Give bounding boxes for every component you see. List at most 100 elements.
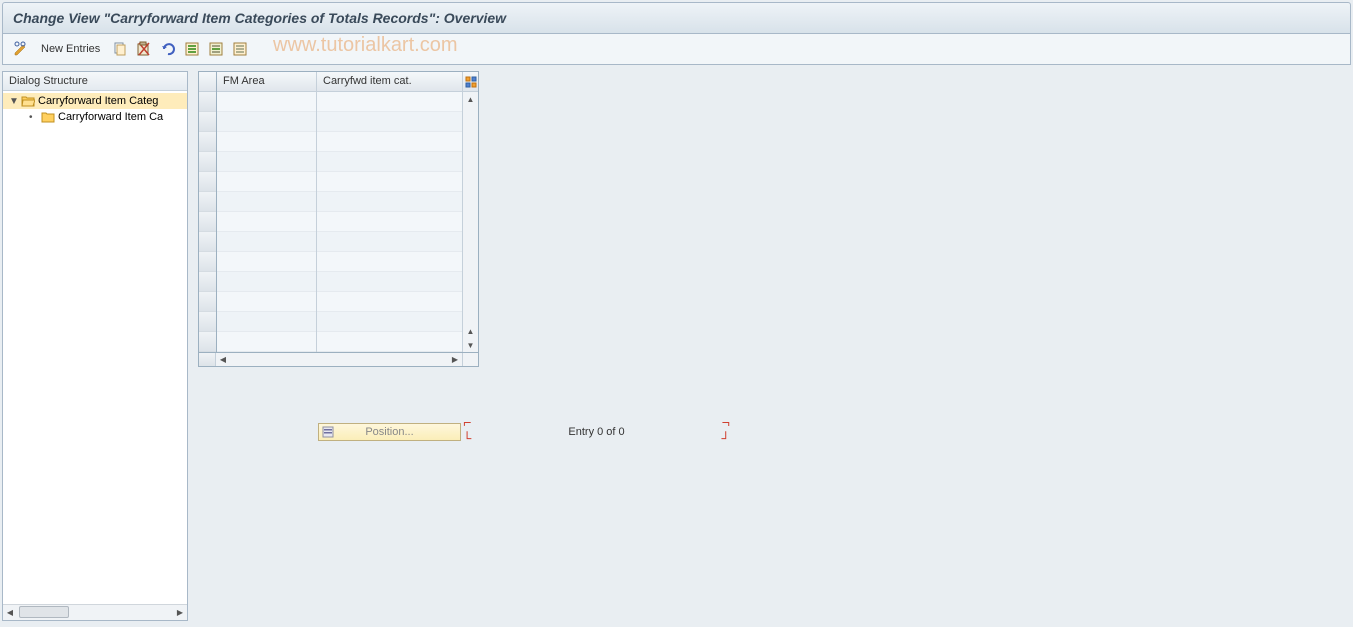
row-selector[interactable] [199, 332, 216, 352]
row-selector-header[interactable] [199, 72, 216, 92]
folder-open-icon [21, 95, 35, 107]
table-cell[interactable] [217, 192, 316, 212]
column-header-carryfwd[interactable]: Carryfwd item cat. [317, 72, 462, 92]
data-table: FM Area Carryfwd item cat. [198, 71, 479, 353]
column-carryfwd-item-cat: Carryfwd item cat. [317, 72, 462, 352]
table-cell[interactable] [217, 252, 316, 272]
row-selector[interactable] [199, 232, 216, 252]
table-cell[interactable] [217, 232, 316, 252]
table-cell[interactable] [317, 272, 462, 292]
content-area: Dialog Structure ▼ Carryforward Item Cat… [2, 71, 1351, 621]
table-cell[interactable] [217, 212, 316, 232]
select-block-button[interactable] [206, 39, 226, 59]
bracket-left-icon: ⌐└ [461, 416, 473, 448]
row-selector[interactable] [199, 252, 216, 272]
row-selector-footer[interactable] [199, 353, 216, 366]
table-vscrollbar: ▲ ▲ ▼ [462, 72, 478, 352]
delete-button[interactable] [134, 39, 154, 59]
table-cell[interactable] [217, 332, 316, 352]
tree-item-carryforward-categ[interactable]: ▼ Carryforward Item Categ [3, 93, 187, 109]
position-icon [322, 426, 334, 438]
row-selector[interactable] [199, 92, 216, 112]
copy-button[interactable] [110, 39, 130, 59]
table-scroll-left-icon[interactable]: ◀ [216, 353, 230, 367]
table-cell[interactable] [317, 212, 462, 232]
hscroll-thumb[interactable] [19, 606, 69, 618]
dialog-structure-tree: ▼ Carryforward Item Categ • Carryforward… [3, 91, 187, 604]
undo-icon [160, 41, 176, 57]
scroll-left-icon[interactable]: ◀ [3, 606, 17, 620]
table-cell[interactable] [217, 312, 316, 332]
tree-bullet-icon: • [29, 112, 39, 123]
table-cell[interactable] [217, 172, 316, 192]
row-selector[interactable] [199, 212, 216, 232]
table-cell[interactable] [217, 152, 316, 172]
window-title: Change View "Carryforward Item Categorie… [2, 2, 1351, 34]
table-area: FM Area Carryfwd item cat. [198, 71, 479, 621]
row-selectors [199, 72, 217, 352]
row-selector[interactable] [199, 132, 216, 152]
row-selector[interactable] [199, 292, 216, 312]
column-fm-area: FM Area [217, 72, 317, 352]
table-cell[interactable] [317, 192, 462, 212]
watermark-text: www.tutorialkart.com [273, 34, 458, 57]
table-cell[interactable] [217, 292, 316, 312]
table-columns: FM Area Carryfwd item cat. [217, 72, 462, 352]
dialog-structure-panel: Dialog Structure ▼ Carryforward Item Cat… [2, 71, 188, 621]
table-config-button[interactable] [463, 72, 478, 92]
select-block-icon [208, 41, 224, 57]
position-bar: Position... ⌐└ Entry 0 of 0 ¬┘ [318, 416, 732, 448]
row-selector[interactable] [199, 192, 216, 212]
scroll-corner [462, 353, 478, 366]
column-header-fm-area[interactable]: FM Area [217, 72, 316, 92]
table-cell[interactable] [217, 132, 316, 152]
table-cell[interactable] [317, 172, 462, 192]
row-selector[interactable] [199, 312, 216, 332]
tree-item-carryforward-ca[interactable]: • Carryforward Item Ca [3, 109, 187, 125]
table-cell[interactable] [217, 272, 316, 292]
new-entries-button[interactable]: New Entries [35, 43, 106, 55]
title-text: Change View "Carryforward Item Categorie… [13, 10, 506, 26]
table-cell[interactable] [317, 112, 462, 132]
row-selector[interactable] [199, 272, 216, 292]
table-scroll-right-icon[interactable]: ▶ [448, 353, 462, 367]
deselect-all-icon [232, 41, 248, 57]
scroll-right-icon[interactable]: ▶ [173, 606, 187, 620]
tree-item-label: Carryforward Item Categ [38, 95, 158, 107]
table-cell[interactable] [317, 332, 462, 352]
scroll-down-icon[interactable]: ▲ [463, 324, 478, 338]
table-cell[interactable] [317, 232, 462, 252]
tree-toggle-icon[interactable]: ▼ [9, 96, 19, 107]
dialog-structure-header: Dialog Structure [3, 72, 187, 91]
table-cell[interactable] [317, 152, 462, 172]
row-selector[interactable] [199, 172, 216, 192]
dialog-panel-hscrollbar[interactable]: ◀ ▶ [3, 604, 187, 620]
tree-item-label: Carryforward Item Ca [58, 111, 163, 123]
bracket-right-icon: ¬┘ [720, 416, 732, 448]
deselect-all-button[interactable] [230, 39, 250, 59]
table-cell[interactable] [317, 292, 462, 312]
row-selector[interactable] [199, 112, 216, 132]
table-cell[interactable] [317, 252, 462, 272]
table-cell[interactable] [317, 92, 462, 112]
toolbar: New Entries [2, 34, 1351, 65]
position-button[interactable]: Position... [318, 423, 461, 441]
folder-icon [41, 111, 55, 123]
undo-button[interactable] [158, 39, 178, 59]
pencil-glasses-icon [13, 41, 29, 57]
table-cell[interactable] [317, 312, 462, 332]
entry-count-text: Entry 0 of 0 [568, 426, 624, 438]
row-selector[interactable] [199, 152, 216, 172]
table-cell[interactable] [317, 132, 462, 152]
scroll-down-icon-2[interactable]: ▼ [463, 338, 478, 352]
table-hscrollbar: ◀ ▶ [198, 353, 479, 367]
change-display-button[interactable] [11, 39, 31, 59]
vscroll-track[interactable] [463, 106, 478, 324]
table-cell[interactable] [217, 92, 316, 112]
copy-icon [112, 41, 128, 57]
position-button-label: Position... [365, 426, 413, 438]
select-all-button[interactable] [182, 39, 202, 59]
scroll-up-icon[interactable]: ▲ [463, 92, 478, 106]
select-all-icon [184, 41, 200, 57]
table-cell[interactable] [217, 112, 316, 132]
